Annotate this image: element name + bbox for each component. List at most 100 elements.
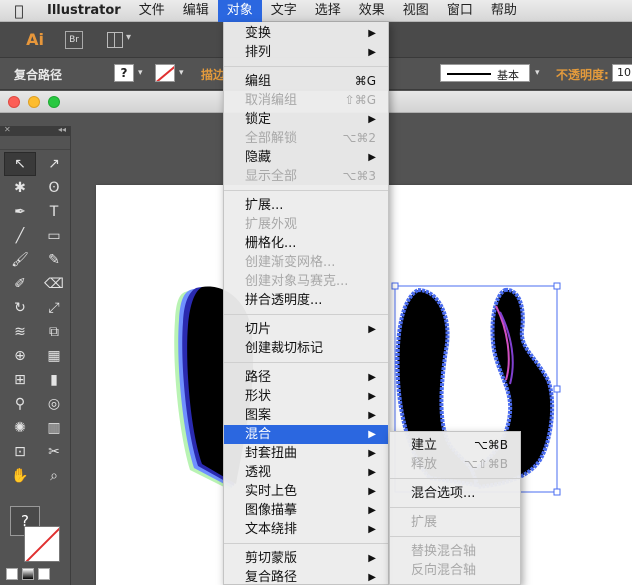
menu-separator: [224, 190, 388, 191]
collapse-icon[interactable]: ◂◂: [58, 125, 66, 134]
opacity-input[interactable]: 10: [612, 64, 632, 82]
blend-tool-icon[interactable]: ◎: [38, 392, 70, 416]
menu-item-label: 扩展: [411, 515, 438, 530]
menu-item: 反向混合轴: [390, 561, 520, 580]
chevron-down-icon[interactable]: ▾: [535, 68, 540, 78]
menu-item[interactable]: 创建裁切标记: [224, 339, 388, 358]
rotate-tool-icon[interactable]: ↻: [4, 296, 36, 320]
stroke-color-box[interactable]: [24, 526, 60, 562]
magic-wand-tool-icon[interactable]: ✱: [4, 176, 36, 200]
menu-item[interactable]: 编组 ⌘G: [224, 72, 388, 91]
menu-item[interactable]: 图像描摹 ▶: [224, 501, 388, 520]
stroke-dropdown-icon[interactable]: ▾: [179, 68, 184, 78]
paintbrush-tool-icon[interactable]: 🖌: [4, 248, 36, 272]
menu-type[interactable]: 文字: [262, 0, 306, 22]
stroke-link[interactable]: 描边: [201, 66, 225, 83]
column-graph-tool-icon[interactable]: ▥: [38, 416, 70, 440]
submenu-arrow-icon: ▶: [368, 505, 376, 516]
menu-separator: [390, 507, 520, 508]
chevron-down-icon[interactable]: ▾: [126, 32, 131, 43]
tools-panel: ✕ ◂◂ ↖ ↗ ✱ ʘ ✒ T ╱ ▭ 🖌 ✎ ✐ ⌫ ↻ ⤢ ≋ ⧉ ⊕ ▦…: [0, 125, 71, 585]
eraser-tool-icon[interactable]: ⌫: [38, 272, 70, 296]
zoom-tool-icon[interactable]: ⌕: [38, 464, 70, 488]
menu-item[interactable]: 形状 ▶: [224, 387, 388, 406]
menu-item[interactable]: 拼合透明度...: [224, 291, 388, 310]
line-tool-icon[interactable]: ╱: [4, 224, 36, 248]
menu-effect[interactable]: 效果: [350, 0, 394, 22]
gradient-tool-icon[interactable]: ▮: [38, 368, 70, 392]
zoom-window-button[interactable]: [48, 96, 60, 108]
color-mode-icon[interactable]: [6, 568, 18, 580]
menu-window[interactable]: 窗口: [438, 0, 482, 22]
shape-builder-tool-icon[interactable]: ⊕: [4, 344, 36, 368]
menu-help[interactable]: 帮助: [482, 0, 526, 22]
menu-item[interactable]: 实时上色 ▶: [224, 482, 388, 501]
menu-item[interactable]: 剪切蒙版 ▶: [224, 549, 388, 568]
menu-item-label: 形状: [245, 389, 272, 404]
menu-item[interactable]: 锁定 ▶: [224, 110, 388, 129]
fill-dropdown-icon[interactable]: ▾: [138, 68, 143, 78]
menu-item[interactable]: 建立 ⌥⌘B: [390, 436, 520, 455]
menu-view[interactable]: 视图: [394, 0, 438, 22]
direct-selection-tool-icon[interactable]: ↗: [38, 152, 70, 176]
close-icon[interactable]: ✕: [4, 125, 11, 134]
menu-item[interactable]: 混合 ▶: [224, 425, 388, 444]
symbol-sprayer-tool-icon[interactable]: ✺: [4, 416, 36, 440]
minimize-window-button[interactable]: [28, 96, 40, 108]
menu-edit[interactable]: 编辑: [174, 0, 218, 22]
type-tool-icon[interactable]: T: [38, 200, 70, 224]
tools-grip[interactable]: [0, 136, 70, 150]
menu-item[interactable]: 扩展...: [224, 196, 388, 215]
selection-tool-icon[interactable]: ↖: [4, 152, 36, 176]
pencil-tool-icon[interactable]: ✎: [38, 248, 70, 272]
menu-item-shortcut: ⌥⌘B: [473, 438, 508, 452]
rectangle-tool-icon[interactable]: ▭: [38, 224, 70, 248]
menu-item: 创建对象马赛克...: [224, 272, 388, 291]
menu-item[interactable]: 图案 ▶: [224, 406, 388, 425]
menu-item[interactable]: 混合选项...: [390, 484, 520, 503]
arrange-documents-icon[interactable]: [107, 32, 123, 48]
menu-separator: [390, 536, 520, 537]
menu-item[interactable]: 路径 ▶: [224, 368, 388, 387]
submenu-arrow-icon: ▶: [368, 372, 376, 383]
fill-swatch[interactable]: ?: [114, 64, 134, 82]
close-window-button[interactable]: [8, 96, 20, 108]
menu-item[interactable]: 封套扭曲 ▶: [224, 444, 388, 463]
menu-item-label: 扩展...: [245, 198, 284, 213]
mesh-tool-icon[interactable]: ⊞: [4, 368, 36, 392]
menu-item-label: 替换混合轴: [411, 544, 477, 559]
hand-tool-icon[interactable]: ✋: [4, 464, 36, 488]
stroke-swatch[interactable]: [155, 64, 175, 82]
free-transform-tool-icon[interactable]: ⧉: [38, 320, 70, 344]
none-mode-icon[interactable]: [38, 568, 50, 580]
menu-select[interactable]: 选择: [306, 0, 350, 22]
gradient-mode-icon[interactable]: [22, 568, 34, 580]
stroke-style-dropdown[interactable]: 基本: [440, 64, 530, 82]
menu-item[interactable]: 隐藏 ▶: [224, 148, 388, 167]
menu-item: 释放 ⌥⇧⌘B: [390, 455, 520, 474]
menu-app-name[interactable]: Illustrator: [38, 0, 130, 22]
perspective-grid-tool-icon[interactable]: ▦: [38, 344, 70, 368]
lasso-tool-icon[interactable]: ʘ: [38, 176, 70, 200]
menu-item[interactable]: 切片 ▶: [224, 320, 388, 339]
menu-item[interactable]: 栅格化...: [224, 234, 388, 253]
menu-item[interactable]: 透视 ▶: [224, 463, 388, 482]
menu-item[interactable]: 文本绕排 ▶: [224, 520, 388, 539]
warp-tool-icon[interactable]: ≋: [4, 320, 36, 344]
menu-object[interactable]: 对象: [217, 0, 262, 22]
artboard-tool-icon[interactable]: ⊡: [4, 440, 36, 464]
bridge-button[interactable]: Br: [65, 31, 83, 49]
pen-tool-icon[interactable]: ✒: [4, 200, 36, 224]
blob-brush-tool-icon[interactable]: ✐: [4, 272, 36, 296]
slice-tool-icon[interactable]: ✂: [38, 440, 70, 464]
menu-file[interactable]: 文件: [130, 0, 174, 22]
menu-item[interactable]: 复合路径 ▶: [224, 568, 388, 585]
menu-item[interactable]: 变换 ▶: [224, 24, 388, 43]
opacity-link[interactable]: 不透明度:: [556, 66, 609, 83]
menu-item: 显示全部 ⌥⌘3: [224, 167, 388, 186]
menu-item-label: 建立: [411, 438, 438, 453]
scale-tool-icon[interactable]: ⤢: [38, 296, 70, 320]
menu-item[interactable]: 排列 ▶: [224, 43, 388, 62]
eyedropper-tool-icon[interactable]: ⚲: [4, 392, 36, 416]
apple-icon[interactable]: : [0, 2, 38, 20]
